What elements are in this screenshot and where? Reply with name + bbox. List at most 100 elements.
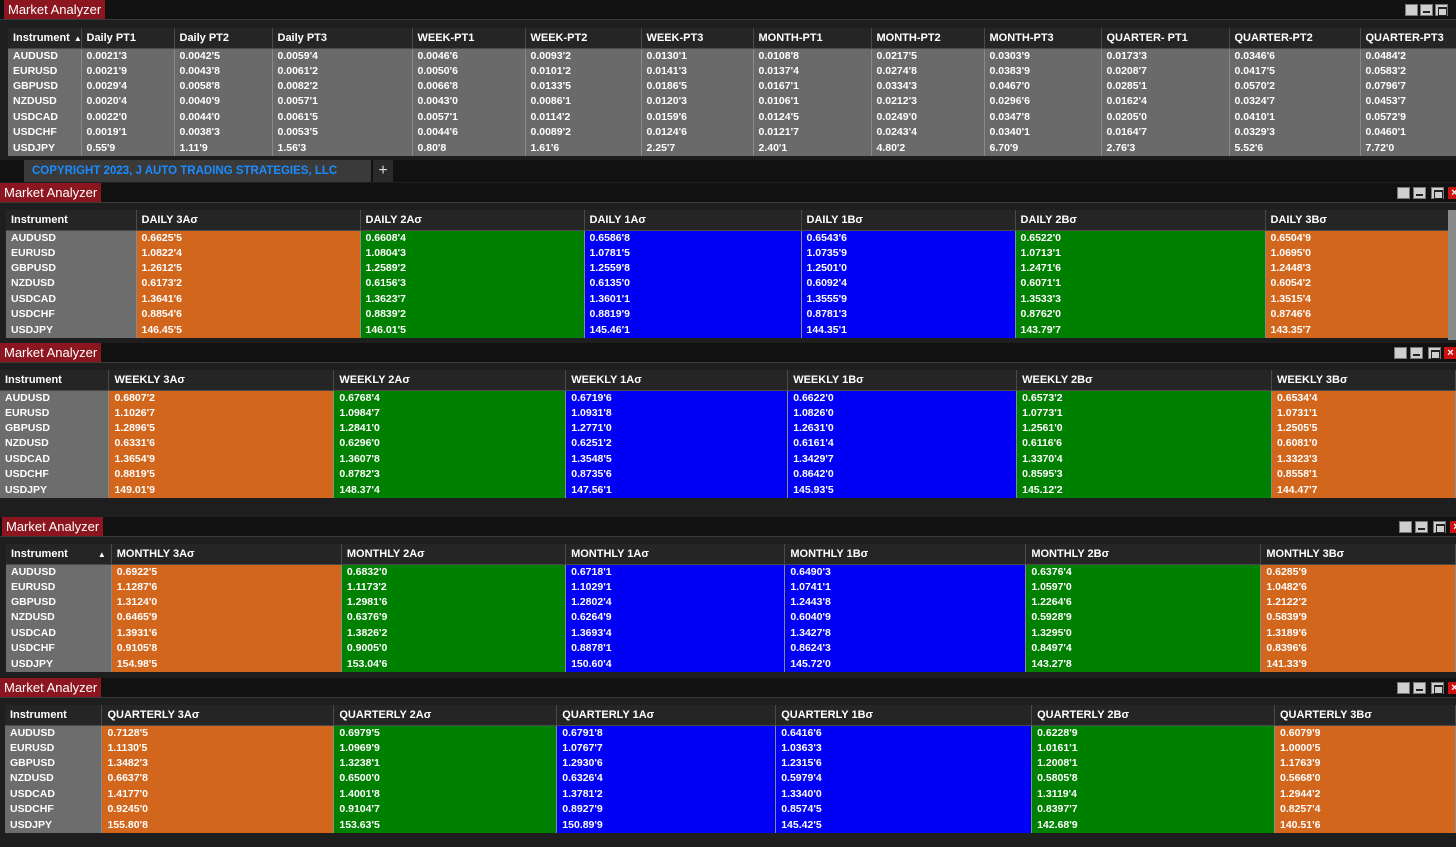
window-menu-icon[interactable] xyxy=(1399,521,1412,533)
table-row[interactable]: NZDUSD 0.0020'4 0.0040'9 0.0057'1 0.0043'0 0.… xyxy=(8,94,1456,110)
window-menu-icon[interactable] xyxy=(1397,187,1410,199)
table-row[interactable]: AUDUSD 0.6625'5 0.6608'4 0.6586'8 0.6543'6 0.… xyxy=(6,230,1455,246)
table-row[interactable]: USDJPY 154.98'5 153.04'6 150.60'4 145.72'0 14… xyxy=(6,656,1456,672)
column-header[interactable]: WEEKLY 2Aσ xyxy=(333,370,567,391)
column-header[interactable]: QUARTER-PT2 xyxy=(1229,28,1361,49)
column-header[interactable]: MONTHLY 1Bσ xyxy=(784,544,1027,565)
column-header[interactable]: QUARTER- PT1 xyxy=(1101,28,1230,49)
column-header[interactable]: DAILY 1Bσ xyxy=(801,210,1016,231)
table-row[interactable]: AUDUSD 0.0021'3 0.0042'5 0.0059'4 0.0046'6 0.… xyxy=(8,48,1456,64)
table-row[interactable]: USDJPY 146.45'5 146.01'5 145.46'1 144.35'1 14… xyxy=(6,322,1455,338)
maximize-icon[interactable] xyxy=(1428,347,1441,359)
window-menu-icon[interactable] xyxy=(1397,682,1410,694)
add-tab-button[interactable]: + xyxy=(373,160,393,182)
window-menu-icon[interactable] xyxy=(1394,347,1407,359)
sheet-tab-copyright[interactable]: COPYRIGHT 2023, J AUTO TRADING STRATEGIE… xyxy=(24,160,371,182)
close-icon[interactable]: × xyxy=(1448,682,1456,694)
column-header-instrument[interactable]: Instrument xyxy=(5,705,103,726)
minimize-icon[interactable] xyxy=(1415,521,1428,533)
table-row[interactable]: GBPUSD 1.2612'5 1.2589'2 1.2559'8 1.2501'0 1.… xyxy=(6,260,1455,277)
column-header[interactable]: MONTH-PT3 xyxy=(984,28,1102,49)
column-header[interactable]: DAILY 2Bσ xyxy=(1015,210,1266,231)
column-header[interactable]: WEEK-PT3 xyxy=(641,28,754,49)
table-row[interactable]: EURUSD 1.0822'4 1.0804'3 1.0781'5 1.0735'9 1.… xyxy=(6,245,1455,261)
table-row[interactable]: USDCHF 0.8854'6 0.8839'2 0.8819'9 0.8781'3 0.… xyxy=(6,307,1455,323)
window-titlebar[interactable]: Market Analyzer × xyxy=(0,678,1456,698)
table-row[interactable]: USDCAD 1.3641'6 1.3623'7 1.3601'1 1.3555'9 1.… xyxy=(6,291,1455,308)
table-row[interactable]: USDCHF 0.9105'8 0.9005'0 0.8878'1 0.8624'3 0.… xyxy=(6,641,1456,657)
column-header[interactable]: WEEK-PT1 xyxy=(412,28,526,49)
close-icon[interactable]: × xyxy=(1444,347,1456,359)
close-icon[interactable]: × xyxy=(1450,521,1456,533)
sort-ascending-icon[interactable]: ▲ xyxy=(98,550,106,559)
column-header[interactable]: QUARTERLY 2Aσ xyxy=(333,705,558,726)
table-row[interactable]: USDJPY 155.80'8 153.63'5 150.89'9 145.42'5 14… xyxy=(5,817,1456,833)
column-header-instrument[interactable]: Instrument ▲ xyxy=(8,28,82,49)
column-header[interactable]: MONTHLY 1Aσ xyxy=(565,544,786,565)
table-row[interactable]: GBPUSD 1.3124'0 1.2981'6 1.2802'4 1.2443'8 1.… xyxy=(6,594,1456,611)
table-row[interactable]: EURUSD 1.1287'6 1.1173'2 1.1029'1 1.0741'1 1.… xyxy=(6,579,1456,595)
column-header[interactable]: DAILY 3Bσ xyxy=(1265,210,1455,231)
table-row[interactable]: EURUSD 1.1130'5 1.0969'9 1.0767'7 1.0363'3 1.… xyxy=(5,740,1456,756)
column-header[interactable]: DAILY 3Aσ xyxy=(136,210,361,231)
column-header[interactable]: MONTHLY 3Aσ xyxy=(111,544,342,565)
maximize-icon[interactable] xyxy=(1433,521,1446,533)
table-row[interactable]: NZDUSD 0.6465'9 0.6376'9 0.6264'9 0.6040'9 0.… xyxy=(6,610,1456,626)
table-row[interactable]: USDJPY 0.55'9 1.11'9 1.56'3 0.80'8 1.61'6 2.25… xyxy=(8,140,1456,156)
table-row[interactable]: USDCHF 0.9245'0 0.9104'7 0.8927'9 0.8574'5 0.… xyxy=(5,802,1456,818)
column-header[interactable]: QUARTER-PT3 xyxy=(1360,28,1456,49)
minimize-icon[interactable] xyxy=(1413,187,1426,199)
column-header[interactable]: WEEK-PT2 xyxy=(525,28,642,49)
table-row[interactable]: GBPUSD 1.2896'5 1.2841'0 1.2771'0 1.2631'0 1.… xyxy=(0,420,1456,437)
table-row[interactable]: AUDUSD 0.6807'2 0.6768'4 0.6719'6 0.6622'0 0.… xyxy=(0,390,1456,406)
column-header[interactable]: WEEKLY 1Aσ xyxy=(565,370,789,391)
sort-ascending-icon[interactable]: ▲ xyxy=(74,34,80,43)
table-row[interactable]: USDCHF 0.8819'5 0.8782'3 0.8735'6 0.8642'0 0.… xyxy=(0,467,1456,483)
table-row[interactable]: NZDUSD 0.6173'2 0.6156'3 0.6135'0 0.6092'4 0.… xyxy=(6,276,1455,292)
maximize-icon[interactable] xyxy=(1431,682,1444,694)
column-header[interactable]: Daily PT3 xyxy=(272,28,413,49)
column-header[interactable]: WEEKLY 3Aσ xyxy=(108,370,335,391)
column-header[interactable]: QUARTERLY 3Bσ xyxy=(1274,705,1456,726)
window-titlebar[interactable]: Market Analyzer xyxy=(0,0,1456,20)
column-header[interactable]: QUARTERLY 2Bσ xyxy=(1031,705,1275,726)
column-header[interactable]: DAILY 2Aσ xyxy=(360,210,585,231)
table-row[interactable]: GBPUSD 1.3482'3 1.3238'1 1.2930'6 1.2315'6 1.… xyxy=(5,755,1456,772)
column-header[interactable]: WEEKLY 1Bσ xyxy=(787,370,1018,391)
column-header-instrument[interactable]: Instrument ▲ xyxy=(6,544,112,565)
column-header[interactable]: WEEKLY 3Bσ xyxy=(1271,370,1456,391)
table-row[interactable]: EURUSD 1.1026'7 1.0984'7 1.0931'8 1.0826'0 1.… xyxy=(0,405,1456,421)
table-row[interactable]: USDCAD 1.3654'9 1.3607'8 1.3548'5 1.3429'7 1.… xyxy=(0,451,1456,468)
table-row[interactable]: USDCAD 1.3931'6 1.3826'2 1.3693'4 1.3427'8 1.… xyxy=(6,625,1456,642)
column-header[interactable]: DAILY 1Aσ xyxy=(584,210,802,231)
window-titlebar[interactable]: Market Analyzer × xyxy=(0,183,1456,203)
table-row[interactable]: AUDUSD 0.7128'5 0.6979'5 0.6791'8 0.6416'6 0.… xyxy=(5,725,1456,741)
column-header[interactable]: WEEKLY 2Bσ xyxy=(1016,370,1272,391)
column-header[interactable]: QUARTERLY 1Bσ xyxy=(775,705,1033,726)
window-titlebar[interactable]: Market Analyzer × xyxy=(0,343,1456,363)
window-menu-icon[interactable] xyxy=(1405,4,1418,16)
maximize-icon[interactable] xyxy=(1435,4,1448,16)
table-row[interactable]: USDCAD 0.0022'0 0.0044'0 0.0061'5 0.0057'1 0.… xyxy=(8,109,1456,126)
column-header[interactable]: MONTH-PT1 xyxy=(753,28,872,49)
window-titlebar[interactable]: Market Analyzer × xyxy=(0,517,1456,537)
column-header[interactable]: Daily PT2 xyxy=(174,28,273,49)
column-header[interactable]: MONTHLY 2Bσ xyxy=(1025,544,1262,565)
column-header[interactable]: MONTHLY 2Aσ xyxy=(341,544,567,565)
maximize-icon[interactable] xyxy=(1431,187,1444,199)
column-header[interactable]: QUARTERLY 1Aσ xyxy=(556,705,777,726)
table-row[interactable]: GBPUSD 0.0029'4 0.0058'8 0.0082'2 0.0066'8 0.… xyxy=(8,78,1456,95)
column-header[interactable]: MONTH-PT2 xyxy=(871,28,985,49)
vertical-scrollbar[interactable] xyxy=(1448,210,1456,340)
close-icon[interactable]: × xyxy=(1448,187,1456,199)
column-header[interactable]: MONTHLY 3Bσ xyxy=(1260,544,1456,565)
minimize-icon[interactable] xyxy=(1413,682,1426,694)
table-row[interactable]: NZDUSD 0.6331'6 0.6296'0 0.6251'2 0.6161'4 0.… xyxy=(0,436,1456,452)
table-row[interactable]: USDCHF 0.0019'1 0.0038'3 0.0053'5 0.0044'6 0.… xyxy=(8,125,1456,141)
column-header-instrument[interactable]: Instrument xyxy=(6,210,137,231)
column-header-instrument[interactable]: Instrument xyxy=(0,370,110,391)
column-header[interactable]: QUARTERLY 3Aσ xyxy=(101,705,335,726)
table-row[interactable]: USDJPY 149.01'9 148.37'4 147.56'1 145.93'5 14… xyxy=(0,482,1456,498)
minimize-icon[interactable] xyxy=(1410,347,1423,359)
table-row[interactable]: USDCAD 1.4177'0 1.4001'8 1.3781'2 1.3340'0 1.… xyxy=(5,786,1456,803)
